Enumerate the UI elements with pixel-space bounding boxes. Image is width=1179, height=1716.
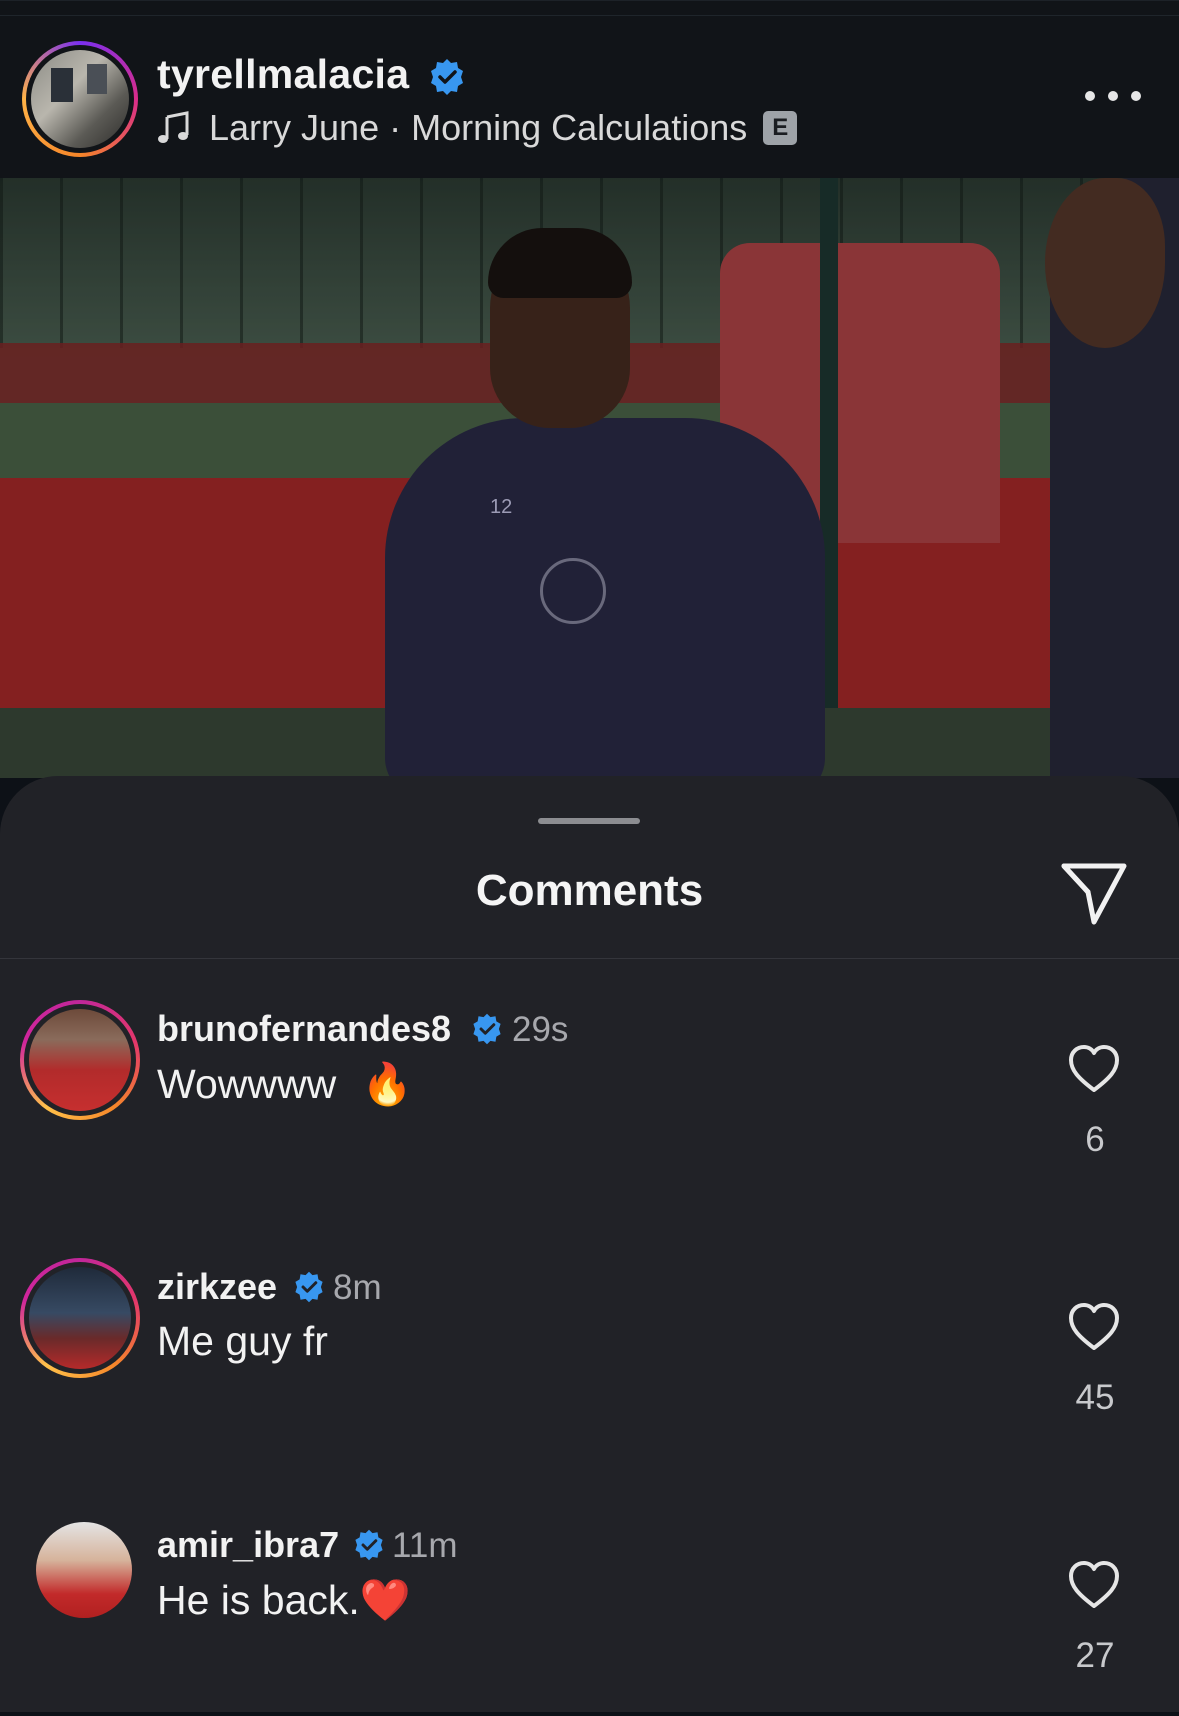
heart-icon[interactable] — [1068, 1560, 1120, 1610]
comment-timestamp: 8m — [333, 1268, 382, 1307]
comment-text-body: He is back. — [157, 1577, 360, 1623]
comment-text-body: Me guy fr — [157, 1318, 328, 1364]
comment-timestamp: 29s — [512, 1010, 569, 1049]
avatar[interactable] — [20, 1000, 140, 1120]
comment-username[interactable]: brunofernandes8 — [157, 1008, 451, 1050]
heart-icon[interactable] — [1068, 1302, 1120, 1352]
avatar[interactable] — [36, 1522, 132, 1618]
post-author-avatar[interactable] — [22, 41, 138, 157]
music-track-label: Larry June · Morning Calculations — [209, 107, 748, 148]
comment-item: brunofernandes8 29s Wowwww 🔥 6 — [0, 1000, 1179, 1200]
divider — [0, 958, 1179, 959]
red-heart-emoji-icon: ❤️ — [359, 1576, 411, 1624]
like-count: 45 — [1075, 1378, 1115, 1417]
divider — [0, 15, 1179, 16]
comment-username[interactable]: amir_ibra7 — [157, 1524, 339, 1566]
jersey-number: 12 — [490, 496, 513, 518]
like-count: 6 — [1085, 1120, 1105, 1159]
comment-text: He is back.❤️ — [157, 1576, 411, 1625]
more-dot-icon — [1131, 91, 1141, 101]
like-count: 27 — [1075, 1636, 1115, 1675]
more-options-button[interactable] — [1085, 83, 1141, 109]
post-author-username[interactable]: tyrellmalacia — [157, 51, 409, 98]
explicit-badge: E — [763, 111, 798, 145]
more-dot-icon — [1085, 91, 1095, 101]
share-icon[interactable] — [1060, 860, 1128, 926]
post-photo[interactable]: 12 — [0, 178, 1179, 778]
comment-timestamp: 11m — [392, 1526, 458, 1565]
comment-item: zirkzee 8m Me guy fr 45 — [0, 1258, 1179, 1458]
comment-text: Wowwww 🔥 — [157, 1060, 413, 1109]
comments-sheet: Comments brunofernandes8 29s Wowwww 🔥 6 … — [0, 776, 1179, 1712]
music-note-icon — [158, 111, 189, 143]
heart-icon[interactable] — [1068, 1044, 1120, 1094]
verified-badge-icon — [473, 1013, 501, 1045]
verified-badge-icon — [355, 1529, 383, 1561]
fire-emoji-icon: 🔥 — [361, 1060, 413, 1108]
sheet-drag-handle[interactable] — [538, 818, 640, 824]
verified-badge-icon — [431, 59, 463, 95]
comment-username[interactable]: zirkzee — [157, 1266, 277, 1308]
more-dot-icon — [1108, 91, 1118, 101]
comment-text-body: Wowwww — [157, 1061, 337, 1107]
avatar[interactable] — [20, 1258, 140, 1378]
post-music-row[interactable]: Larry June · Morning Calculations E — [157, 107, 798, 149]
comment-item: amir_ibra7 11m He is back.❤️ 27 — [0, 1516, 1179, 1716]
sheet-title: Comments — [475, 866, 704, 915]
verified-badge-icon — [295, 1271, 323, 1303]
post-header: tyrellmalacia Larry June · Morning Calcu… — [0, 0, 1179, 179]
comment-text: Me guy fr — [157, 1318, 328, 1365]
